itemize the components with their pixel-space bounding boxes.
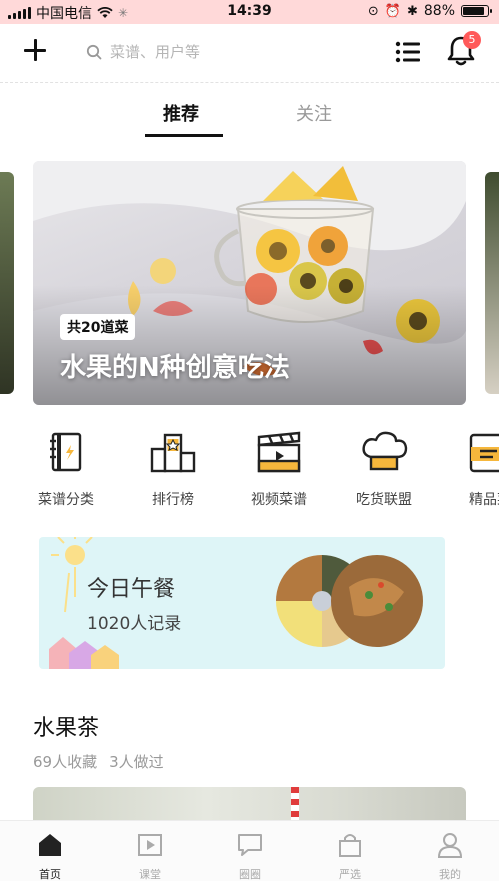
top-bar: 5 [0, 24, 499, 82]
banner-title: 水果的N种创意吃法 [60, 353, 290, 383]
ranking-podium-icon [150, 433, 196, 473]
category-row: 菜谱分类 排行榜 视频菜谱 吃货联盟 精品 [0, 425, 499, 515]
category-label: 视频菜谱 [251, 492, 307, 508]
nav-profile[interactable]: 我的 [400, 821, 499, 881]
tab-recommend[interactable]: 推荐 [163, 100, 199, 126]
nav-label: 圈圈 [239, 868, 261, 881]
banner-count-tag: 共20道菜 [60, 314, 136, 340]
recipe-made-count: 3人做过 [109, 753, 164, 771]
tab-follow[interactable]: 关注 [296, 100, 332, 126]
status-bar: 中国电信 ✳ 14:39 ⊙ ⏰ ✱ 88% [0, 0, 499, 24]
battery-icon [461, 5, 492, 17]
search-input[interactable] [110, 43, 350, 61]
category-foodie-league[interactable]: 吃货联盟 [334, 425, 434, 509]
category-premium[interactable]: 精品菜 [440, 425, 499, 509]
tab-active-indicator [145, 134, 223, 137]
banner-shade [33, 285, 466, 405]
search-box[interactable] [74, 36, 374, 68]
nav-home[interactable]: 首页 [0, 821, 100, 881]
lunch-illustration [49, 537, 423, 669]
bluetooth-icon: ✱ [406, 3, 418, 19]
nav-label: 严选 [339, 868, 361, 881]
home-icon [39, 834, 61, 856]
banner-card[interactable]: 共20道菜 水果的N种创意吃法 [33, 161, 466, 405]
nav-selected[interactable]: 严选 [300, 821, 400, 881]
nav-classroom[interactable]: 课堂 [100, 821, 200, 881]
category-ranking[interactable]: 排行榜 [123, 425, 223, 509]
banner-next-peek[interactable] [485, 172, 499, 394]
category-label: 吃货联盟 [356, 492, 412, 508]
nav-label: 课堂 [139, 868, 161, 881]
chef-hat-icon [362, 431, 408, 471]
divider [0, 82, 499, 83]
today-lunch-card[interactable]: 今日午餐 1020人记录 [39, 537, 445, 669]
notification-button[interactable]: 5 [445, 31, 481, 68]
recipe-favorites: 69人收藏 [33, 753, 98, 771]
category-label: 排行榜 [152, 492, 194, 508]
tab-bar: 推荐 关注 [0, 90, 499, 140]
battery-percent: 88% [423, 3, 455, 19]
lunch-record-count: 1020人记录 [87, 614, 182, 634]
classroom-play-icon [138, 834, 162, 856]
search-icon [86, 44, 102, 60]
category-video-recipes[interactable]: 视频菜谱 [229, 425, 329, 509]
nav-label: 首页 [39, 868, 61, 881]
banner-previous-peek[interactable] [0, 172, 14, 394]
notification-badge: 5 [463, 31, 481, 49]
chat-bubble-icon [238, 834, 262, 856]
bottom-nav: 首页 课堂 圈圈 严选 我的 [0, 820, 499, 881]
profile-icon [437, 833, 463, 858]
nav-label: 我的 [439, 868, 461, 881]
category-label: 精品菜 [469, 492, 499, 508]
video-clapper-icon [257, 431, 301, 473]
recipe-meta: 69人收藏 3人做过 [33, 751, 164, 772]
nav-circles[interactable]: 圈圈 [200, 821, 300, 881]
shopping-bag-icon [339, 834, 361, 857]
recipe-book-icon [50, 432, 82, 472]
status-right: ⊙ ⏰ ✱ 88% [367, 3, 492, 19]
add-button[interactable] [22, 37, 50, 65]
category-recipe-list[interactable]: 菜谱分类 [16, 425, 116, 509]
lock-rotation-icon: ⊙ [367, 3, 379, 19]
alarm-icon: ⏰ [384, 3, 401, 19]
list-menu-icon[interactable] [395, 40, 421, 64]
lunch-title: 今日午餐 [87, 577, 176, 602]
category-label: 菜谱分类 [38, 492, 94, 508]
recipe-title[interactable]: 水果茶 [33, 710, 99, 742]
premium-card-icon [469, 433, 499, 473]
